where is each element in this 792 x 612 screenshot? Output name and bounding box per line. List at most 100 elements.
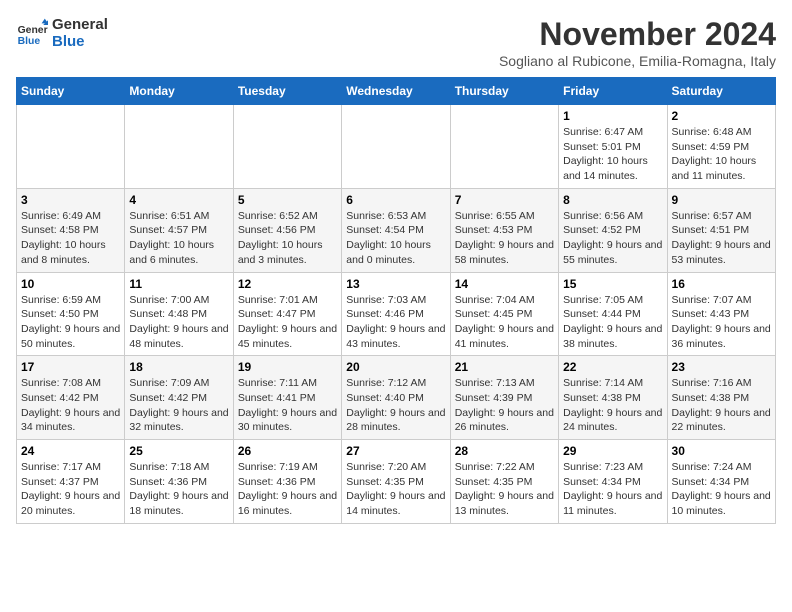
day-number: 7 (455, 193, 554, 207)
day-number: 14 (455, 277, 554, 291)
calendar-cell: 23 Sunrise: 7:16 AMSunset: 4:38 PMDaylig… (667, 356, 775, 440)
logo-icon: General Blue (16, 17, 48, 49)
calendar-cell: 5 Sunrise: 6:52 AMSunset: 4:56 PMDayligh… (233, 188, 341, 272)
day-number: 1 (563, 109, 662, 123)
calendar-cell: 2 Sunrise: 6:48 AMSunset: 4:59 PMDayligh… (667, 105, 775, 189)
day-info: Sunrise: 7:07 AMSunset: 4:43 PMDaylight:… (672, 294, 771, 350)
calendar-cell: 14 Sunrise: 7:04 AMSunset: 4:45 PMDaylig… (450, 272, 558, 356)
svg-text:General: General (18, 25, 48, 36)
day-number: 19 (238, 360, 337, 374)
day-info: Sunrise: 7:18 AMSunset: 4:36 PMDaylight:… (129, 461, 228, 517)
day-number: 9 (672, 193, 771, 207)
calendar-cell: 24 Sunrise: 7:17 AMSunset: 4:37 PMDaylig… (17, 440, 125, 524)
header-saturday: Saturday (667, 78, 775, 105)
calendar-cell (17, 105, 125, 189)
day-info: Sunrise: 7:13 AMSunset: 4:39 PMDaylight:… (455, 377, 554, 433)
day-number: 4 (129, 193, 228, 207)
day-number: 13 (346, 277, 445, 291)
calendar-cell (233, 105, 341, 189)
day-info: Sunrise: 7:19 AMSunset: 4:36 PMDaylight:… (238, 461, 337, 517)
calendar-cell (125, 105, 233, 189)
calendar-cell: 8 Sunrise: 6:56 AMSunset: 4:52 PMDayligh… (559, 188, 667, 272)
calendar-table: Sunday Monday Tuesday Wednesday Thursday… (16, 77, 776, 524)
calendar-cell (450, 105, 558, 189)
title-block: November 2024 Sogliano al Rubicone, Emil… (499, 16, 776, 69)
calendar-cell: 30 Sunrise: 7:24 AMSunset: 4:34 PMDaylig… (667, 440, 775, 524)
calendar-cell: 22 Sunrise: 7:14 AMSunset: 4:38 PMDaylig… (559, 356, 667, 440)
header-wednesday: Wednesday (342, 78, 450, 105)
day-number: 27 (346, 444, 445, 458)
day-info: Sunrise: 7:22 AMSunset: 4:35 PMDaylight:… (455, 461, 554, 517)
calendar-week-row: 17 Sunrise: 7:08 AMSunset: 4:42 PMDaylig… (17, 356, 776, 440)
day-number: 15 (563, 277, 662, 291)
calendar-cell: 12 Sunrise: 7:01 AMSunset: 4:47 PMDaylig… (233, 272, 341, 356)
calendar-cell: 20 Sunrise: 7:12 AMSunset: 4:40 PMDaylig… (342, 356, 450, 440)
calendar-cell: 27 Sunrise: 7:20 AMSunset: 4:35 PMDaylig… (342, 440, 450, 524)
calendar-cell: 10 Sunrise: 6:59 AMSunset: 4:50 PMDaylig… (17, 272, 125, 356)
calendar-cell: 16 Sunrise: 7:07 AMSunset: 4:43 PMDaylig… (667, 272, 775, 356)
day-number: 17 (21, 360, 120, 374)
calendar-cell: 25 Sunrise: 7:18 AMSunset: 4:36 PMDaylig… (125, 440, 233, 524)
day-info: Sunrise: 7:17 AMSunset: 4:37 PMDaylight:… (21, 461, 120, 517)
day-number: 22 (563, 360, 662, 374)
calendar-cell: 13 Sunrise: 7:03 AMSunset: 4:46 PMDaylig… (342, 272, 450, 356)
calendar-cell: 18 Sunrise: 7:09 AMSunset: 4:42 PMDaylig… (125, 356, 233, 440)
calendar-week-row: 10 Sunrise: 6:59 AMSunset: 4:50 PMDaylig… (17, 272, 776, 356)
calendar-cell (342, 105, 450, 189)
day-info: Sunrise: 7:12 AMSunset: 4:40 PMDaylight:… (346, 377, 445, 433)
day-number: 20 (346, 360, 445, 374)
calendar-week-row: 24 Sunrise: 7:17 AMSunset: 4:37 PMDaylig… (17, 440, 776, 524)
logo: General Blue General Blue (16, 16, 108, 50)
day-info: Sunrise: 6:55 AMSunset: 4:53 PMDaylight:… (455, 210, 554, 266)
calendar-cell: 4 Sunrise: 6:51 AMSunset: 4:57 PMDayligh… (125, 188, 233, 272)
day-info: Sunrise: 6:52 AMSunset: 4:56 PMDaylight:… (238, 210, 323, 266)
day-number: 29 (563, 444, 662, 458)
day-number: 10 (21, 277, 120, 291)
day-number: 18 (129, 360, 228, 374)
day-info: Sunrise: 7:04 AMSunset: 4:45 PMDaylight:… (455, 294, 554, 350)
day-info: Sunrise: 7:24 AMSunset: 4:34 PMDaylight:… (672, 461, 771, 517)
day-info: Sunrise: 6:47 AMSunset: 5:01 PMDaylight:… (563, 126, 648, 182)
calendar-header-row: Sunday Monday Tuesday Wednesday Thursday… (17, 78, 776, 105)
page-header: General Blue General Blue November 2024 … (16, 16, 776, 69)
calendar-cell: 7 Sunrise: 6:55 AMSunset: 4:53 PMDayligh… (450, 188, 558, 272)
day-number: 2 (672, 109, 771, 123)
day-info: Sunrise: 6:48 AMSunset: 4:59 PMDaylight:… (672, 126, 757, 182)
day-number: 23 (672, 360, 771, 374)
header-thursday: Thursday (450, 78, 558, 105)
day-number: 5 (238, 193, 337, 207)
calendar-cell: 11 Sunrise: 7:00 AMSunset: 4:48 PMDaylig… (125, 272, 233, 356)
day-number: 16 (672, 277, 771, 291)
day-info: Sunrise: 6:59 AMSunset: 4:50 PMDaylight:… (21, 294, 120, 350)
calendar-cell: 26 Sunrise: 7:19 AMSunset: 4:36 PMDaylig… (233, 440, 341, 524)
logo-line2: Blue (52, 33, 108, 50)
calendar-cell: 17 Sunrise: 7:08 AMSunset: 4:42 PMDaylig… (17, 356, 125, 440)
svg-text:Blue: Blue (18, 36, 41, 47)
day-number: 28 (455, 444, 554, 458)
day-number: 11 (129, 277, 228, 291)
day-number: 25 (129, 444, 228, 458)
header-friday: Friday (559, 78, 667, 105)
day-info: Sunrise: 7:09 AMSunset: 4:42 PMDaylight:… (129, 377, 228, 433)
logo-line1: General (52, 16, 108, 33)
calendar-cell: 9 Sunrise: 6:57 AMSunset: 4:51 PMDayligh… (667, 188, 775, 272)
day-info: Sunrise: 6:49 AMSunset: 4:58 PMDaylight:… (21, 210, 106, 266)
day-number: 26 (238, 444, 337, 458)
day-info: Sunrise: 7:23 AMSunset: 4:34 PMDaylight:… (563, 461, 662, 517)
header-monday: Monday (125, 78, 233, 105)
day-info: Sunrise: 7:05 AMSunset: 4:44 PMDaylight:… (563, 294, 662, 350)
day-info: Sunrise: 7:01 AMSunset: 4:47 PMDaylight:… (238, 294, 337, 350)
calendar-cell: 21 Sunrise: 7:13 AMSunset: 4:39 PMDaylig… (450, 356, 558, 440)
calendar-cell: 6 Sunrise: 6:53 AMSunset: 4:54 PMDayligh… (342, 188, 450, 272)
day-info: Sunrise: 6:51 AMSunset: 4:57 PMDaylight:… (129, 210, 214, 266)
day-info: Sunrise: 7:14 AMSunset: 4:38 PMDaylight:… (563, 377, 662, 433)
month-title: November 2024 (499, 16, 776, 53)
day-info: Sunrise: 7:20 AMSunset: 4:35 PMDaylight:… (346, 461, 445, 517)
day-number: 8 (563, 193, 662, 207)
day-info: Sunrise: 7:03 AMSunset: 4:46 PMDaylight:… (346, 294, 445, 350)
location-subtitle: Sogliano al Rubicone, Emilia-Romagna, It… (499, 53, 776, 69)
day-info: Sunrise: 6:56 AMSunset: 4:52 PMDaylight:… (563, 210, 662, 266)
calendar-cell: 29 Sunrise: 7:23 AMSunset: 4:34 PMDaylig… (559, 440, 667, 524)
day-info: Sunrise: 6:57 AMSunset: 4:51 PMDaylight:… (672, 210, 771, 266)
day-info: Sunrise: 7:08 AMSunset: 4:42 PMDaylight:… (21, 377, 120, 433)
